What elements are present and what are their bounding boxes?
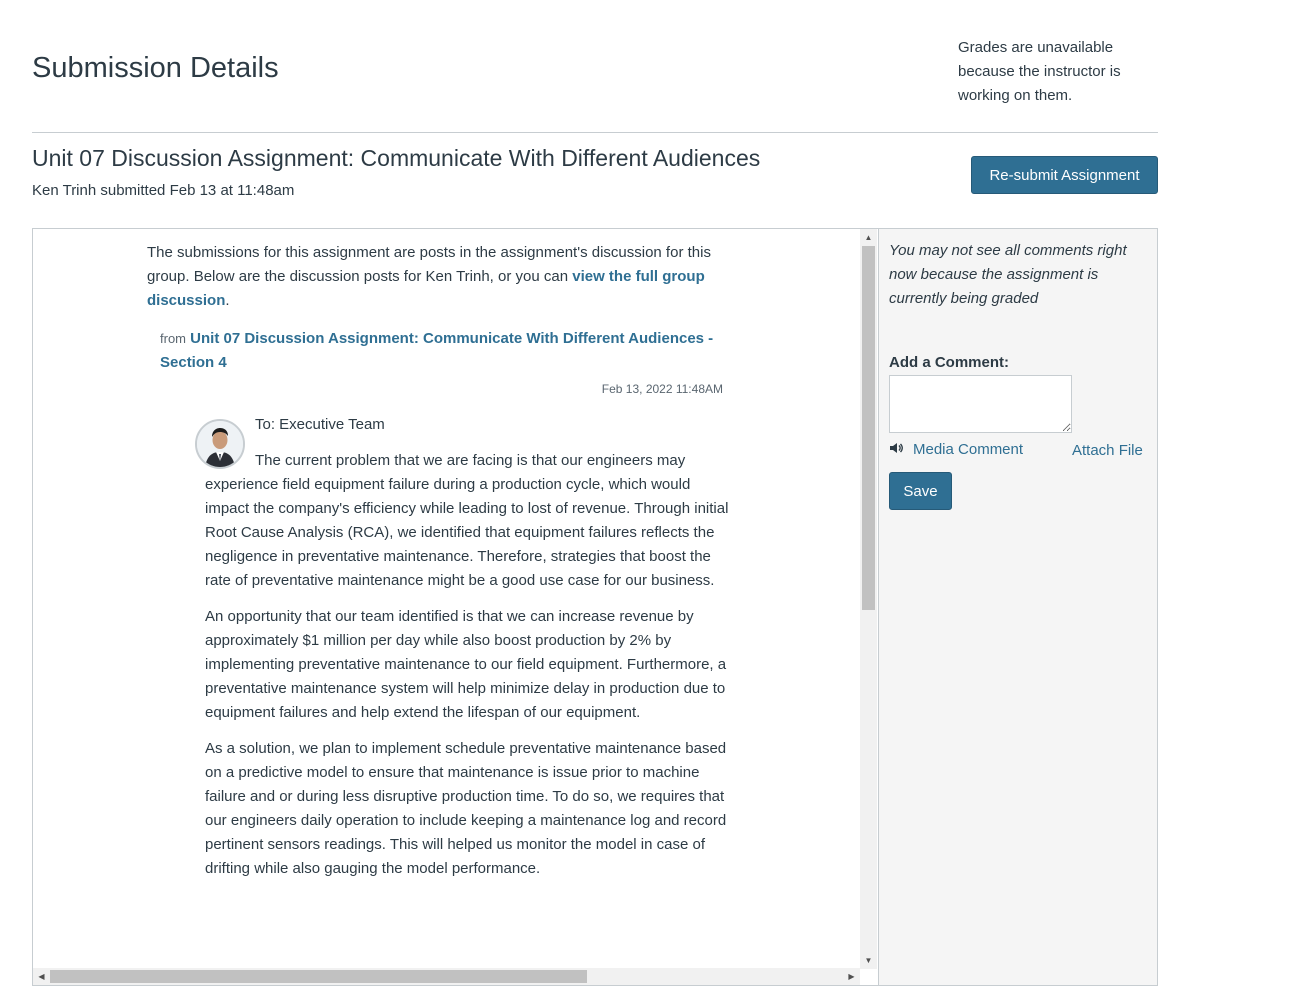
post-body: To: Executive Team The current problem t… xyxy=(205,413,735,881)
comments-panel: You may not see all comments right now b… xyxy=(878,229,1157,985)
header-divider xyxy=(32,132,1158,133)
from-label: from xyxy=(160,331,186,346)
post-paragraph: The current problem that we are facing i… xyxy=(205,452,729,589)
horizontal-scroll-thumb[interactable] xyxy=(50,970,587,983)
assignment-title: Unit 07 Discussion Assignment: Communica… xyxy=(32,145,761,171)
intro-end: . xyxy=(225,292,230,309)
resubmit-assignment-button[interactable]: Re-submit Assignment xyxy=(971,156,1158,194)
post-paragraph: As a solution, we plan to implement sche… xyxy=(205,740,727,877)
media-comment-label: Media Comment xyxy=(913,441,1024,458)
scroll-right-arrow-icon[interactable]: ▶ xyxy=(843,968,860,985)
add-comment-label: Add a Comment: xyxy=(889,354,1009,371)
submission-frame: The submissions for this assignment are … xyxy=(32,228,1158,986)
scroll-up-arrow-icon[interactable]: ▲ xyxy=(860,229,877,246)
speaker-icon xyxy=(889,441,905,458)
grades-unavailable-note: Grades are unavailable because the instr… xyxy=(958,39,1121,104)
submission-intro: The submissions for this assignment are … xyxy=(147,241,737,313)
discussion-post: To: Executive Team The current problem t… xyxy=(147,413,737,881)
user-avatar[interactable] xyxy=(195,419,245,469)
attach-file-link[interactable]: Attach File xyxy=(1072,442,1143,459)
horizontal-scrollbar[interactable]: ◀ ▶ xyxy=(33,968,860,985)
discussion-source: from Unit 07 Discussion Assignment: Comm… xyxy=(160,327,737,375)
submission-preview: The submissions for this assignment are … xyxy=(33,229,878,985)
comment-input[interactable] xyxy=(889,375,1072,433)
vertical-scroll-thumb[interactable] xyxy=(862,246,875,610)
submitted-info: Ken Trinh submitted Feb 13 at 11:48am xyxy=(32,182,295,199)
vertical-scrollbar[interactable]: ▲ ▼ xyxy=(860,229,877,969)
page-title: Submission Details xyxy=(32,52,279,84)
post-date: Feb 13, 2022 11:48AM xyxy=(601,382,723,396)
post-recipient: To: Executive Team xyxy=(255,416,385,433)
submission-document: The submissions for this assignment are … xyxy=(147,241,737,893)
scroll-left-arrow-icon[interactable]: ◀ xyxy=(33,968,50,985)
post-paragraph: An opportunity that our team identified … xyxy=(205,608,727,721)
avatar-image xyxy=(197,421,243,467)
media-comment-button[interactable]: Media Comment xyxy=(889,441,1023,458)
comments-grading-note: You may not see all comments right now b… xyxy=(889,242,1127,307)
discussion-topic-link[interactable]: Unit 07 Discussion Assignment: Communica… xyxy=(160,330,713,371)
save-comment-button[interactable]: Save xyxy=(889,472,952,510)
scroll-down-arrow-icon[interactable]: ▼ xyxy=(860,952,877,969)
